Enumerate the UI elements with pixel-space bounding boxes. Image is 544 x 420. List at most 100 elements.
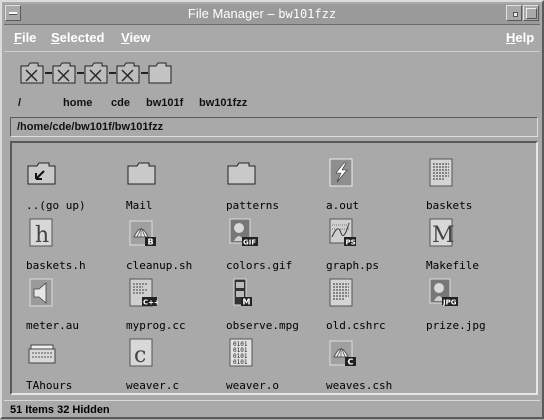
menu-help-label: elp (515, 30, 535, 45)
minimize-icon (513, 12, 518, 17)
path-folder-cde-icon[interactable] (84, 60, 108, 84)
file-name: old.cshrc (326, 319, 386, 332)
path-folder-root-icon[interactable] (20, 60, 44, 84)
c-source-glyph: c (134, 343, 146, 368)
ps-badge: PS (346, 239, 356, 247)
file-item[interactable]: M observe.mpg (226, 277, 322, 337)
path-folder-bw101f-icon[interactable] (116, 60, 140, 84)
folder-icon (227, 162, 256, 185)
header-file-glyph: h (35, 223, 49, 248)
file-item[interactable]: C weaves.csh (326, 337, 422, 397)
path-label-cde[interactable]: cde (111, 97, 130, 109)
path-text-field[interactable]: /home/cde/bw101f/bw101fzz (10, 117, 538, 137)
file-item[interactable]: h baskets.h (26, 217, 122, 277)
path-folder-bw101fzz-icon[interactable] (148, 60, 172, 84)
file-name: observe.mpg (226, 319, 299, 332)
c-source-icon: c (129, 338, 153, 368)
shell-badge: B (148, 238, 154, 247)
file-item[interactable]: patterns (226, 157, 322, 217)
svg-text:0101010101010101: 0101 0101 0101 0101 (233, 341, 248, 366)
file-item[interactable]: GIF colors.gif (226, 217, 322, 277)
maximize-button[interactable] (523, 5, 539, 21)
menu-selected-label: elected (59, 30, 105, 45)
file-item[interactable]: baskets (426, 157, 522, 217)
file-name: a.out (326, 199, 360, 212)
menu-bar: File Selected View Help (4, 25, 540, 51)
file-item[interactable]: TAhours (26, 337, 122, 397)
csh-script-icon: C (329, 340, 356, 367)
menu-file[interactable]: File (14, 30, 36, 45)
shell-script-icon: B (129, 220, 156, 247)
folder-icon (127, 162, 156, 185)
gif-image-icon: GIF (229, 218, 258, 247)
window-title-folder: bw101fzz (278, 7, 337, 21)
file-view[interactable]: ..(go up) Mail patterns a.out baskets h … (10, 141, 538, 395)
file-name: weaves.csh (326, 379, 393, 392)
path-label-bw101fzz[interactable]: bw101fzz (199, 97, 247, 109)
object-file-icon: 0101 0101 0101 0101 (229, 338, 253, 367)
text-file-icon (429, 158, 453, 187)
window-title: File Manager – bw101fzz (24, 6, 500, 22)
file-name: ..(go up) (26, 199, 86, 212)
cplusplus-file-icon: C++ (129, 278, 158, 307)
file-name: weaver.o (226, 379, 279, 392)
menu-file-mnemonic: F (14, 30, 22, 45)
path-label-bw101f[interactable]: bw101f (146, 97, 183, 109)
file-name: Makefile (426, 259, 479, 272)
file-name: baskets (426, 199, 473, 212)
path-connector (77, 72, 84, 74)
file-name: myprog.cc (126, 319, 186, 332)
path-connector (45, 72, 52, 74)
jpg-image-icon: JPG (429, 278, 458, 307)
window-title-text: File Manager – (187, 6, 275, 21)
movie-file-icon: M (233, 278, 252, 307)
gif-badge: GIF (243, 239, 256, 247)
window-menu-button[interactable] (5, 5, 21, 21)
menu-help-mnemonic: H (506, 30, 516, 45)
cpp-badge: C++ (143, 299, 158, 307)
window-menu-icon (9, 12, 17, 15)
file-item[interactable]: 0101 0101 0101 0101 weaver.o (226, 337, 322, 397)
executable-icon (329, 158, 353, 187)
title-bar[interactable]: File Manager – bw101fzz (4, 4, 540, 25)
file-name: TAhours (26, 379, 73, 392)
path-label-root[interactable]: / (18, 97, 21, 109)
menu-view[interactable]: View (121, 30, 150, 45)
file-item[interactable]: M Makefile (426, 217, 522, 277)
file-name: prize.jpg (426, 319, 486, 332)
menu-help[interactable]: Help (506, 30, 534, 45)
file-item[interactable]: c weaver.c (126, 337, 222, 397)
menu-selected-mnemonic: S (51, 30, 60, 45)
file-item[interactable]: old.cshrc (326, 277, 422, 337)
path-folder-home-icon[interactable] (52, 60, 76, 84)
makefile-icon: M (429, 218, 455, 248)
file-item[interactable]: C++ myprog.cc (126, 277, 222, 337)
file-item[interactable]: PS graph.ps (326, 217, 422, 277)
mpg-badge: M (243, 298, 251, 307)
path-connector (109, 72, 116, 74)
minimize-button[interactable] (506, 5, 522, 21)
jpg-badge: JPG (442, 299, 457, 307)
file-name: cleanup.sh (126, 259, 193, 272)
text-file-icon (329, 278, 353, 307)
file-item[interactable]: JPG prize.jpg (426, 277, 522, 337)
go-up-folder-icon (27, 162, 56, 185)
file-name: meter.au (26, 319, 79, 332)
path-label-home[interactable]: home (63, 97, 92, 109)
file-name: patterns (226, 199, 279, 212)
file-item[interactable]: B cleanup.sh (126, 217, 222, 277)
file-name: colors.gif (226, 259, 293, 272)
file-manager-window: File Manager – bw101fzz File Selected Vi… (0, 0, 544, 419)
file-name: Mail (126, 199, 153, 212)
file-item[interactable]: meter.au (26, 277, 122, 337)
file-item[interactable]: Mail (126, 157, 222, 217)
maximize-icon (526, 8, 537, 19)
file-item[interactable]: ..(go up) (26, 157, 122, 217)
status-bar: 51 Items 32 Hidden (4, 400, 540, 419)
makefile-glyph: M (432, 223, 455, 248)
menu-file-label: ile (21, 30, 37, 45)
file-item[interactable]: a.out (326, 157, 422, 217)
menu-view-label: iew (129, 30, 151, 45)
menu-selected[interactable]: Selected (51, 30, 104, 45)
postscript-icon: PS (329, 218, 356, 247)
